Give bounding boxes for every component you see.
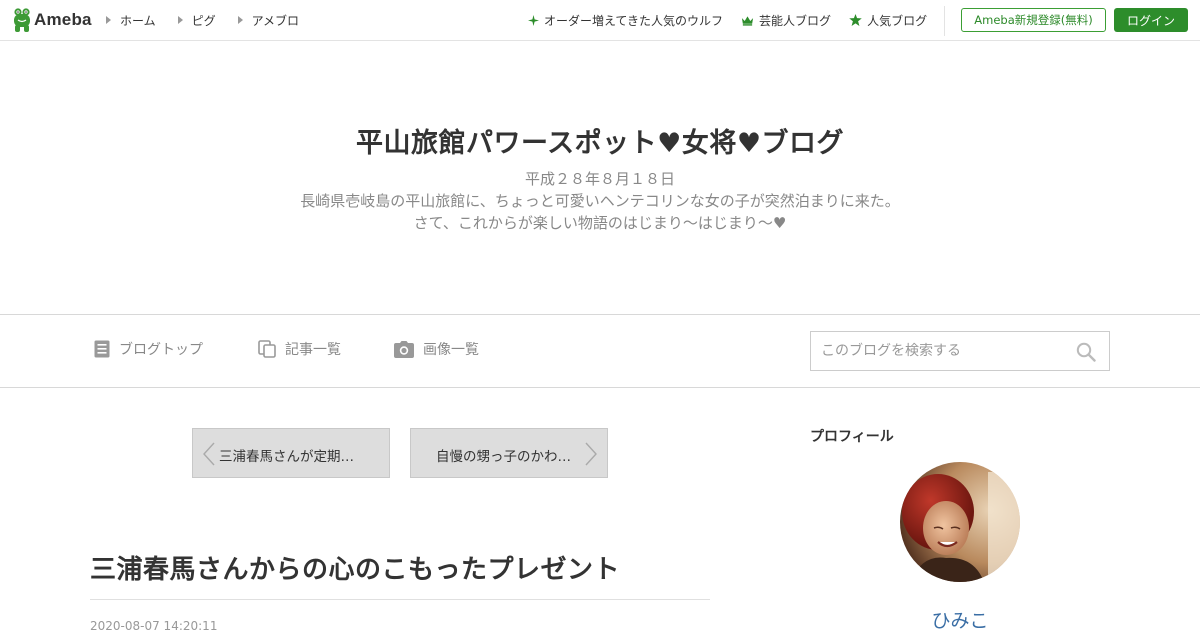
blog-nav-top[interactable]: ブログトップ [94,339,203,359]
triangle-right-icon [106,16,111,24]
register-button[interactable]: Ameba新規登録(無料) [961,8,1106,32]
document-icon [94,340,110,358]
nav-item-label: ホーム [120,13,156,28]
blog-description-line: 長崎県壱岐島の平山旅館に、ちょっと可愛いヘンテコリンな女の子が突然泊まりに来た。 [300,192,900,210]
blog-description-line: さて、これからが楽しい物語のはじまり～はじまり～♥ [413,214,787,232]
avatar[interactable] [900,462,1020,582]
promo-link-label: 芸能人ブログ [759,13,832,28]
ameba-logo[interactable]: Ameba [12,7,92,33]
global-nav: ホーム ピグ アメブロ [106,0,321,40]
ameba-frog-icon [14,8,30,32]
chevron-right-icon [585,442,597,466]
prev-entry-button[interactable]: 三浦春馬さんが定期… [192,428,390,478]
star-icon [849,14,862,26]
nav-item-label: アメブロ [251,13,300,28]
nav-item-home[interactable]: ホーム [106,12,156,29]
nav-item-pigg[interactable]: ピグ [177,12,216,29]
blog-search-input[interactable] [811,333,1061,369]
blog-nav-image-list[interactable]: 画像一覧 [394,339,479,359]
blog-description-line: 平成２８年８月１８日 [524,170,675,188]
promo-link-wolf[interactable]: オーダー増えてきた人気のウルフ [528,12,723,29]
camera-icon [394,340,414,358]
blog-title[interactable]: 平山旅館パワースポット♥女将♥ブログ [0,121,1200,160]
sparkle-icon [528,14,539,26]
global-header: Ameba ホーム ピグ アメブロ オーダー増えてきた人気のウルフ 芸能人ブログ… [0,0,1200,41]
blog-nav-label: 記事一覧 [285,342,341,358]
login-button[interactable]: ログイン [1114,8,1188,32]
nav-item-label: ピグ [191,13,216,28]
prev-entry-label: 三浦春馬さんが定期… [219,449,354,465]
triangle-right-icon [177,16,183,24]
entry-divider [90,599,710,600]
blog-nav: ブログトップ 記事一覧 画像一覧 [0,314,1200,388]
header-divider [944,6,945,36]
crown-icon [741,15,754,26]
profile-name[interactable]: ひみこ [810,606,1110,630]
promo-nav: オーダー増えてきた人気のウルフ 芸能人ブログ 人気ブログ [528,0,945,40]
profile-photo [900,462,1020,582]
copy-icon [258,340,276,358]
promo-link-popular[interactable]: 人気ブログ [849,12,927,29]
blog-nav-label: ブログトップ [119,342,203,358]
promo-link-label: オーダー増えてきた人気のウルフ [544,13,724,28]
blog-nav-entry-list[interactable]: 記事一覧 [258,339,341,359]
triangle-right-icon [237,16,243,24]
search-icon[interactable] [1076,342,1096,362]
blog-header: 平山旅館パワースポット♥女将♥ブログ 平成２８年８月１８日 長崎県壱岐島の平山旅… [0,41,1200,314]
promo-link-label: 人気ブログ [867,13,928,28]
promo-link-celebrity[interactable]: 芸能人ブログ [741,12,831,29]
nav-item-ameblo[interactable]: アメブロ [237,12,300,29]
profile-heading: プロフィール [810,429,894,445]
blog-nav-label: 画像一覧 [423,342,479,358]
next-entry-label: 自慢の甥っ子のかわ… [436,449,571,465]
blog-description: 平成２８年８月１８日 長崎県壱岐島の平山旅館に、ちょっと可愛いヘンテコリンな女の… [0,168,1200,234]
logo-text: Ameba [34,10,92,29]
next-entry-button[interactable]: 自慢の甥っ子のかわ… [410,428,608,478]
chevron-left-icon [203,442,215,466]
blog-search [810,331,1110,371]
entry-date: 2020-08-07 14:20:11 [90,619,218,630]
entry-title[interactable]: 三浦春馬さんからの心のこもったプレゼント [90,549,620,586]
